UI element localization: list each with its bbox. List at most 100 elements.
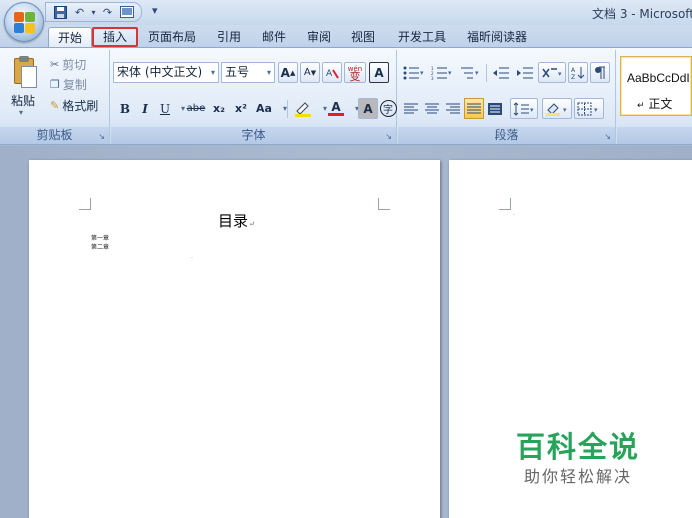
- cut-button[interactable]: ✂ 剪切: [50, 56, 86, 73]
- font-name-dropdown-icon[interactable]: ▾: [211, 63, 215, 82]
- tab-page-layout[interactable]: 页面布局: [143, 27, 201, 47]
- numbering-button[interactable]: 1 2 3 ▾: [429, 62, 455, 83]
- toc-entry[interactable]: 第一章: [91, 233, 109, 242]
- justify-button[interactable]: [464, 98, 484, 119]
- font-size-dropdown-icon[interactable]: ▾: [267, 63, 271, 82]
- tab-home[interactable]: 开始: [48, 27, 92, 47]
- crop-mark: [79, 198, 91, 210]
- chinese-layout-button[interactable]: ▾: [538, 62, 566, 83]
- format-painter-button[interactable]: ✎ 格式刷: [50, 97, 98, 114]
- format-painter-icon: ✎: [50, 99, 60, 112]
- paragraph-launcher-icon[interactable]: ↘: [604, 132, 611, 141]
- undo-dropdown-icon[interactable]: ▾: [90, 4, 97, 20]
- svg-text:▾: ▾: [563, 106, 567, 114]
- style-normal[interactable]: AaBbCcDdI ↵ 正文: [620, 56, 692, 116]
- change-case-button[interactable]: Aa: [253, 98, 275, 119]
- scissors-icon: ✂: [50, 58, 60, 71]
- watermark-subtitle: 助你轻松解决: [524, 467, 633, 486]
- enclose-characters-button[interactable]: 字: [378, 98, 398, 119]
- svg-text:▾: ▾: [475, 69, 479, 77]
- format-painter-label: 格式刷: [62, 99, 99, 113]
- tab-insert[interactable]: 插入: [92, 27, 138, 47]
- document-title[interactable]: 目录↵: [218, 210, 255, 231]
- phonetic-guide-button[interactable]: wén 变: [344, 62, 366, 83]
- shrink-font-button[interactable]: A ▼: [300, 62, 320, 83]
- sort-button[interactable]: AZ: [568, 62, 588, 83]
- tab-review[interactable]: 审阅: [301, 27, 337, 47]
- crop-mark: [378, 198, 390, 210]
- character-border-button[interactable]: A: [369, 62, 389, 83]
- tab-view[interactable]: 视图: [345, 27, 381, 47]
- font-size-combo[interactable]: 五号 ▾: [221, 62, 275, 83]
- watermark-title: 百科全说: [516, 430, 641, 464]
- clipboard-group-label: 剪贴板: [0, 127, 109, 144]
- copy-label: 复制: [62, 78, 87, 92]
- office-logo-icon: [14, 12, 36, 34]
- tab-developer[interactable]: 开发工具: [392, 27, 452, 47]
- paste-label: 粘贴: [11, 94, 36, 108]
- customize-qat-icon[interactable]: ▾: [152, 4, 158, 17]
- character-shading-button[interactable]: A: [358, 98, 378, 119]
- font-group: 宋体 (中文正文) ▾ 五号 ▾ A ▲ A ▼ A wén 变 A B I U ▾ …: [111, 50, 397, 144]
- style-sample-text: AaBbCcDdI: [627, 71, 690, 85]
- font-group-label: 字体: [111, 127, 396, 144]
- font-color-button[interactable]: A: [325, 98, 347, 119]
- save-icon[interactable]: [52, 4, 69, 20]
- paste-button[interactable]: 粘贴 ▾: [4, 52, 42, 124]
- styles-group-label-bar: [617, 127, 692, 144]
- clear-formatting-icon[interactable]: A: [322, 62, 342, 83]
- font-name-value: 宋体 (中文正文): [117, 65, 203, 79]
- font-launcher-icon[interactable]: ↘: [385, 132, 392, 141]
- align-right-button[interactable]: [443, 98, 463, 119]
- cut-label: 剪切: [62, 58, 87, 72]
- paragraph-group-label: 段落: [398, 127, 615, 144]
- toc-entry[interactable]: 第二章: [91, 242, 109, 251]
- paragraph-mark: ·: [513, 212, 515, 219]
- print-preview-icon[interactable]: [118, 4, 135, 20]
- subscript-button[interactable]: x₂: [209, 98, 229, 119]
- decrease-indent-button[interactable]: [490, 62, 512, 83]
- tab-foxit-reader[interactable]: 福昕阅读器: [460, 27, 534, 47]
- svg-text:A: A: [571, 67, 576, 74]
- paragraph-group: ▾ 1 2 3 ▾ ▾ ▾ AZ ▾ ▾ ▾ 段落 ↘: [398, 50, 616, 144]
- bullets-button[interactable]: ▾: [401, 62, 427, 83]
- grow-font-button[interactable]: A ▲: [278, 62, 298, 83]
- paste-dropdown-icon[interactable]: ▾: [19, 108, 23, 117]
- bold-button[interactable]: B: [115, 98, 135, 119]
- align-center-button[interactable]: [422, 98, 442, 119]
- svg-text:▾: ▾: [448, 69, 452, 77]
- page-1[interactable]: 目录↵ 第一章 第二章 ·: [29, 160, 440, 518]
- svg-text:A: A: [326, 69, 333, 79]
- borders-button[interactable]: ▾: [574, 98, 604, 119]
- font-size-value: 五号: [225, 65, 250, 79]
- strikethrough-button[interactable]: abe: [185, 98, 207, 119]
- text-cursor-mark: ·: [191, 255, 193, 262]
- font-name-combo[interactable]: 宋体 (中文正文) ▾: [113, 62, 219, 83]
- shading-button[interactable]: ▾: [542, 98, 572, 119]
- italic-button[interactable]: I: [135, 98, 155, 119]
- show-formatting-button[interactable]: [590, 62, 610, 83]
- highlight-color-button[interactable]: [291, 98, 315, 119]
- superscript-button[interactable]: x²: [231, 98, 251, 119]
- tab-references[interactable]: 引用: [211, 27, 247, 47]
- align-left-button[interactable]: [401, 98, 421, 119]
- copy-button[interactable]: ❐ 复制: [50, 76, 87, 93]
- ribbon: 粘贴 ▾ ✂ 剪切 ❐ 复制 ✎ 格式刷 剪贴板 ↘ 宋体 (中文正文) ▾ 五…: [0, 47, 692, 145]
- clipboard-launcher-icon[interactable]: ↘: [98, 132, 105, 141]
- tab-mailings[interactable]: 邮件: [256, 27, 292, 47]
- increase-indent-button[interactable]: [514, 62, 536, 83]
- redo-icon[interactable]: ↷: [99, 4, 116, 20]
- undo-icon[interactable]: ↶: [71, 4, 88, 20]
- style-name: ↵ 正文: [637, 97, 673, 111]
- svg-text:▾: ▾: [420, 69, 424, 77]
- title-bar: ↶ ▾ ↷ ▾ 文档 3 - Microsoft: [0, 0, 692, 25]
- svg-text:▾: ▾: [558, 70, 562, 78]
- office-button[interactable]: [4, 2, 44, 42]
- clipboard-group: 粘贴 ▾ ✂ 剪切 ❐ 复制 ✎ 格式刷 剪贴板 ↘: [0, 50, 110, 144]
- line-spacing-button[interactable]: ▾: [510, 98, 538, 119]
- window-title: 文档 3 - Microsoft: [592, 7, 692, 21]
- multilevel-list-button[interactable]: ▾: [457, 62, 483, 83]
- distributed-align-button[interactable]: [485, 98, 505, 119]
- underline-button[interactable]: U: [155, 98, 175, 119]
- paste-icon: [11, 56, 37, 88]
